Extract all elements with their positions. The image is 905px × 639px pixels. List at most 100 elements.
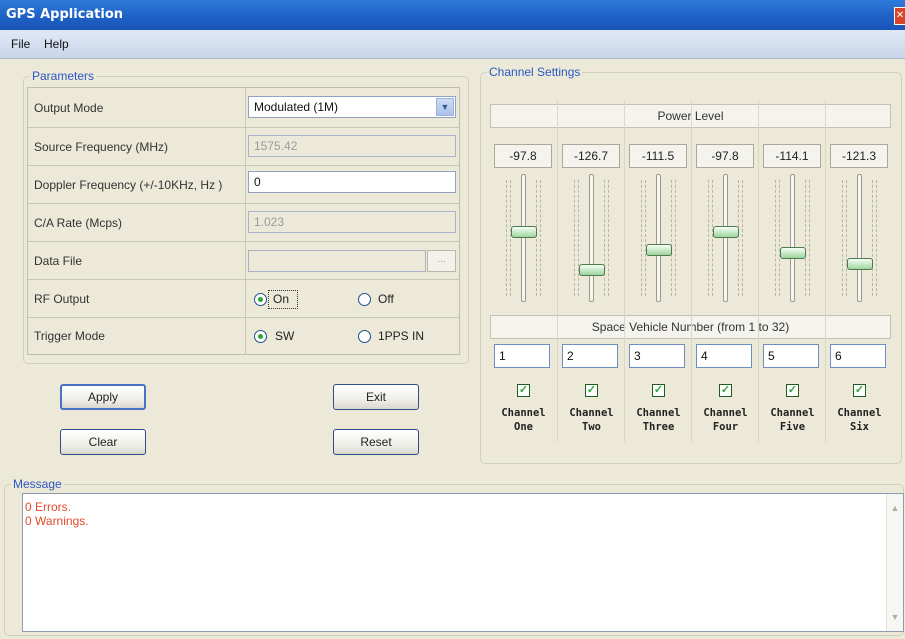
row-output-mode: Output Mode Modulated (1M) ▼ [28, 88, 459, 128]
rf-output-off-radio[interactable] [358, 293, 371, 306]
channel-enable-checkbox[interactable]: ✓ [517, 384, 530, 397]
channel-name-label: Channel Six [826, 406, 893, 434]
scroll-down-icon[interactable]: ▼ [888, 609, 902, 625]
slider-tick-marks [809, 180, 814, 296]
trigger-sw-label: SW [275, 329, 295, 343]
data-file-field [248, 250, 426, 272]
source-frequency-label: Source Frequency (MHz) [28, 128, 246, 165]
sv-number-input[interactable]: 2 [562, 344, 618, 368]
trigger-1pps-radio[interactable] [358, 330, 371, 343]
power-slider-track[interactable] [723, 174, 728, 302]
power-slider-track[interactable] [589, 174, 594, 302]
channel-name-line: Five [779, 421, 806, 433]
rf-output-label: RF Output [28, 280, 246, 317]
exit-button[interactable]: Exit [333, 384, 419, 410]
channel-enable-checkbox[interactable]: ✓ [786, 384, 799, 397]
row-ca-rate: C/A Rate (Mcps) 1.023 [28, 204, 459, 242]
channel-name-line: Channel [569, 407, 614, 419]
channel-enable-checkbox[interactable]: ✓ [652, 384, 665, 397]
power-slider-track[interactable] [521, 174, 526, 302]
output-mode-select[interactable]: Modulated (1M) ▼ [248, 96, 456, 118]
channel-name-line: Two [582, 421, 601, 433]
sv-number-input[interactable]: 5 [763, 344, 819, 368]
sv-number-input[interactable]: 4 [696, 344, 752, 368]
power-value: -114.1 [763, 144, 821, 168]
channel-name-line: Channel [837, 407, 882, 419]
reset-button[interactable]: Reset [333, 429, 419, 455]
power-value: -111.5 [629, 144, 687, 168]
rf-output-off-label: Off [378, 292, 394, 306]
power-slider-track[interactable] [790, 174, 795, 302]
doppler-frequency-input[interactable]: 0 [248, 171, 456, 193]
channel-column-5: -114.1 5 ✓ Channel Five [758, 100, 825, 442]
channel-name-line: Channel [501, 407, 546, 419]
channel-name-label: Channel Four [692, 406, 759, 434]
slider-tick-marks [675, 180, 680, 296]
power-slider-track[interactable] [857, 174, 862, 302]
slider-tick-marks [645, 180, 650, 296]
power-slider-thumb[interactable] [646, 244, 672, 256]
power-value: -97.8 [696, 144, 754, 168]
channel-enable-checkbox[interactable]: ✓ [585, 384, 598, 397]
power-slider-thumb[interactable] [579, 264, 605, 276]
output-mode-value: Modulated (1M) [254, 100, 339, 114]
channel-name-line: One [514, 421, 533, 433]
channel-column-3: -111.5 3 ✓ Channel Three [624, 100, 691, 442]
menu-file[interactable]: File [11, 37, 30, 51]
row-trigger-mode: Trigger Mode SW 1PPS IN [28, 318, 459, 354]
channel-name-line: Channel [770, 407, 815, 419]
power-slider-thumb[interactable] [511, 226, 537, 238]
parameters-table: Output Mode Modulated (1M) ▼ Source Freq… [27, 87, 460, 355]
message-textarea[interactable]: 0 Errors. 0 Warnings. ▲ ▼ [22, 493, 904, 632]
chevron-down-icon[interactable]: ▼ [436, 98, 454, 116]
power-value: -97.8 [494, 144, 552, 168]
rf-output-on-label: On [273, 292, 290, 306]
sv-number-input[interactable]: 6 [830, 344, 886, 368]
row-data-file: Data File ... [28, 242, 459, 280]
row-source-frequency: Source Frequency (MHz) 1575.42 [28, 128, 459, 166]
row-rf-output: RF Output On Off [28, 280, 459, 318]
slider-tick-marks [712, 180, 717, 296]
channel-enable-checkbox[interactable]: ✓ [719, 384, 732, 397]
channel-column-6: -121.3 6 ✓ Channel Six [825, 100, 892, 442]
channel-name-label: Channel Three [625, 406, 692, 434]
slider-tick-marks [846, 180, 851, 296]
apply-button[interactable]: Apply [60, 384, 146, 410]
channel-name-line: Four [712, 421, 739, 433]
power-slider-thumb[interactable] [713, 226, 739, 238]
output-mode-label: Output Mode [28, 88, 246, 127]
close-button[interactable]: ✕ [894, 7, 905, 25]
source-frequency-field: 1575.42 [248, 135, 456, 157]
slider-tick-marks [608, 180, 613, 296]
ca-rate-field: 1.023 [248, 211, 456, 233]
sv-number-input[interactable]: 1 [494, 344, 550, 368]
trigger-sw-radio[interactable] [254, 330, 267, 343]
row-doppler-frequency: Doppler Frequency (+/-10KHz, Hz ) 0 [28, 166, 459, 204]
channel-panel: Power Level Space Vehicle Number (from 1… [490, 100, 892, 442]
slider-tick-marks [578, 180, 583, 296]
message-scrollbar[interactable]: ▲ ▼ [886, 494, 903, 631]
channel-name-line: Channel [636, 407, 681, 419]
channel-column-4: -97.8 4 ✓ Channel Four [691, 100, 758, 442]
channel-name-line: Channel [703, 407, 748, 419]
channel-name-line: Three [642, 421, 675, 433]
rf-output-on-radio[interactable] [254, 293, 267, 306]
channel-name-line: Six [850, 421, 869, 433]
power-slider-thumb[interactable] [780, 247, 806, 259]
power-slider-track[interactable] [656, 174, 661, 302]
message-line-errors: 0 Errors. [25, 500, 72, 514]
menu-help[interactable]: Help [44, 37, 69, 51]
clear-button[interactable]: Clear [60, 429, 146, 455]
sv-number-input[interactable]: 3 [629, 344, 685, 368]
message-line-warnings: 0 Warnings. [25, 514, 89, 528]
browse-button[interactable]: ... [427, 250, 456, 272]
close-icon: ✕ [895, 10, 905, 21]
scroll-up-icon[interactable]: ▲ [888, 500, 902, 516]
slider-tick-marks [510, 180, 515, 296]
channel-name-label: Channel Two [558, 406, 625, 434]
power-slider-thumb[interactable] [847, 258, 873, 270]
slider-tick-marks [876, 180, 881, 296]
data-file-label: Data File [28, 242, 246, 279]
channel-enable-checkbox[interactable]: ✓ [853, 384, 866, 397]
power-value: -126.7 [562, 144, 620, 168]
